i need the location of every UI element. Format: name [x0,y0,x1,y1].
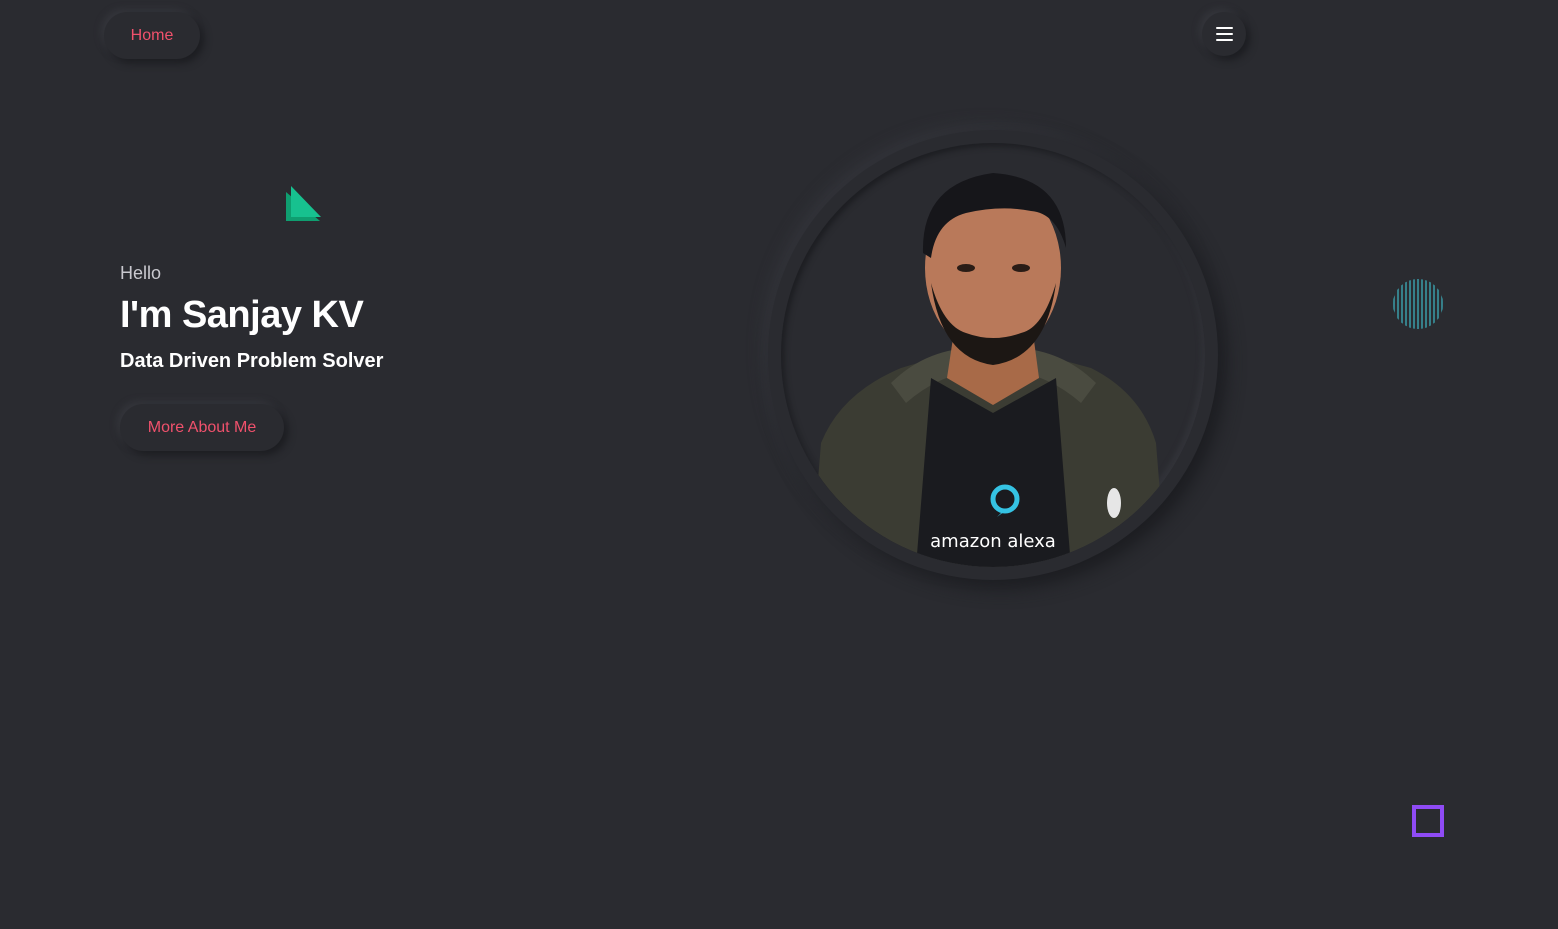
home-nav-button[interactable]: Home [104,12,200,59]
square-decoration-icon [1412,805,1444,837]
greeting-text: Hello [120,263,162,283]
triangle-decoration-icon [286,186,321,221]
more-about-me-label: More About Me [147,418,257,436]
home-nav-label: Home [130,26,174,44]
more-about-me-button[interactable]: More About Me [120,404,284,451]
page: Home Hello I'm Sanjay KV Data Driven Pro… [0,0,1558,929]
hamburger-menu-icon [1215,27,1233,41]
menu-button[interactable] [1202,12,1246,56]
profile-photo: amazon alexa [781,143,1205,567]
striped-circle-decoration-icon [1393,279,1443,329]
shirt-logo-text: amazon alexa [930,531,1056,552]
hero-tagline: Data Driven Problem Solver [120,350,384,372]
profile-photo-frame: amazon alexa [768,130,1218,580]
hero-name-heading: I'm Sanjay KV [120,294,364,336]
